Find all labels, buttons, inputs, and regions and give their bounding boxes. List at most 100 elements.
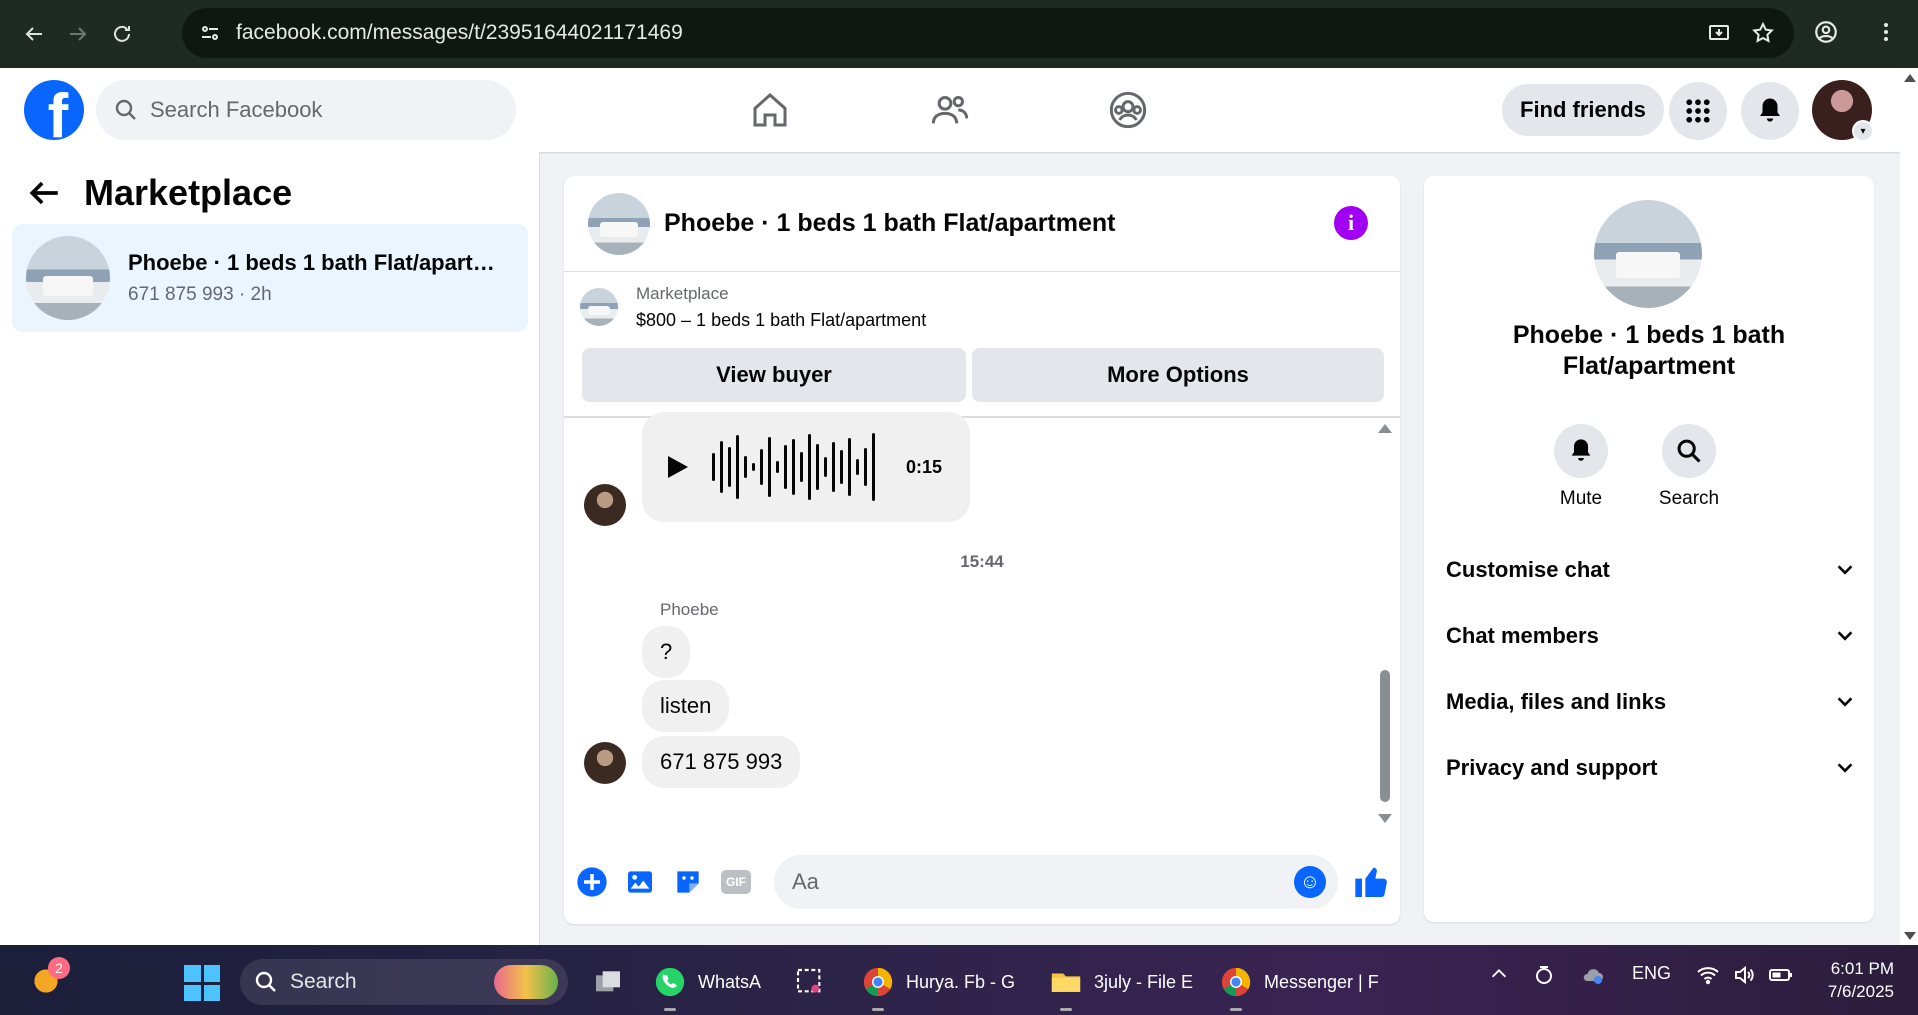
privacy-support-section[interactable]: Privacy and support bbox=[1446, 744, 1856, 792]
sender-name: Phoebe bbox=[660, 600, 719, 619]
section-label: Chat members bbox=[1446, 623, 1599, 648]
marketplace-listing-row[interactable]: Marketplace $800 – 1 beds 1 bath Flat/ap… bbox=[564, 272, 1400, 342]
scroll-up-arrow[interactable] bbox=[1378, 424, 1392, 433]
chevron-down-icon bbox=[1837, 763, 1853, 773]
taskbar-search-label: Search bbox=[290, 970, 357, 993]
voice-message[interactable]: 0:15 bbox=[642, 412, 970, 522]
find-friends-button[interactable]: Find friends bbox=[1502, 84, 1664, 136]
sender-avatar[interactable] bbox=[584, 484, 626, 526]
emoji-icon[interactable]: ☺ bbox=[1294, 866, 1326, 898]
address-bar[interactable]: facebook.com/messages/t/2395164402117146… bbox=[182, 8, 1794, 58]
more-options-button[interactable]: More Options bbox=[972, 348, 1384, 402]
page-scrollbar[interactable] bbox=[1900, 68, 1918, 945]
photo-gallery-icon[interactable] bbox=[622, 864, 658, 900]
chat-avatar[interactable] bbox=[588, 192, 650, 255]
clock-time: 6:01 PM bbox=[1830, 959, 1894, 978]
section-label: Privacy and support bbox=[1446, 755, 1658, 780]
taskbar-app-whatsapp[interactable]: WhatsA bbox=[652, 959, 761, 1011]
voice-duration: 0:15 bbox=[905, 456, 942, 477]
play-icon[interactable] bbox=[668, 456, 688, 478]
bell-icon[interactable] bbox=[1554, 424, 1608, 478]
copilot-icon[interactable] bbox=[1532, 963, 1556, 992]
install-app-icon[interactable] bbox=[1704, 18, 1734, 48]
chat-title[interactable]: Phoebe · 1 beds 1 bath Flat/apartment bbox=[664, 209, 1115, 238]
volume-icon[interactable] bbox=[1732, 963, 1756, 992]
windows-taskbar: 2 Search WhatsA Hurya. Fb - G 3july - Fi… bbox=[0, 945, 1918, 1015]
profile-icon[interactable] bbox=[1804, 10, 1848, 54]
marketplace-label: Marketplace bbox=[636, 283, 729, 303]
message-bubble[interactable]: ? bbox=[642, 626, 691, 678]
notifications-bell-icon[interactable] bbox=[1741, 82, 1799, 140]
sticker-icon[interactable] bbox=[670, 864, 706, 900]
conversation-name: Phoebe · 1 beds 1 bath Flat/apartm... bbox=[128, 250, 508, 275]
back-arrow-icon[interactable] bbox=[12, 12, 56, 56]
groups-icon[interactable] bbox=[1104, 86, 1152, 134]
bookmark-star-icon[interactable] bbox=[1748, 18, 1778, 48]
scroll-thumb[interactable] bbox=[1380, 670, 1390, 802]
chat-scrollbar[interactable] bbox=[1376, 418, 1392, 828]
snipping-tool-icon bbox=[792, 964, 828, 1000]
facebook-header: f Find friends ▾ bbox=[0, 68, 1900, 152]
thumbs-up-icon[interactable] bbox=[1352, 862, 1392, 902]
facebook-search-box[interactable] bbox=[96, 80, 516, 140]
conversation-preview: 671 875 993 · 2h bbox=[128, 284, 272, 305]
view-buyer-button[interactable]: View buyer bbox=[582, 348, 966, 402]
chrome-icon bbox=[1218, 964, 1254, 1000]
sidebar-title: Marketplace bbox=[84, 172, 293, 213]
message-bubble[interactable]: 671 875 993 bbox=[642, 736, 801, 788]
menu-kebab-icon[interactable] bbox=[1864, 10, 1908, 54]
conversation-info-panel: Phoebe · 1 beds 1 bath Flat/apartment Mu… bbox=[1424, 176, 1874, 922]
url-text[interactable]: facebook.com/messages/t/2395164402117146… bbox=[236, 21, 683, 45]
info-icon[interactable]: i bbox=[1334, 206, 1368, 240]
reload-icon[interactable] bbox=[100, 12, 144, 56]
notification-badge: 2 bbox=[48, 957, 70, 979]
sender-avatar[interactable] bbox=[584, 742, 626, 784]
message-input-box[interactable]: ☺ bbox=[774, 855, 1338, 909]
forward-arrow-icon[interactable] bbox=[56, 12, 100, 56]
message-input[interactable] bbox=[792, 869, 1272, 895]
scroll-up-arrow[interactable] bbox=[1904, 74, 1916, 82]
home-icon[interactable] bbox=[746, 86, 794, 134]
friends-icon[interactable] bbox=[926, 86, 974, 134]
windows-start-icon[interactable] bbox=[184, 965, 220, 1001]
chevron-up-icon[interactable] bbox=[1488, 963, 1510, 990]
taskbar-app-chrome-messenger[interactable]: Messenger | F bbox=[1218, 959, 1379, 1011]
customise-chat-section[interactable]: Customise chat bbox=[1446, 546, 1856, 594]
menu-grid-icon[interactable] bbox=[1669, 82, 1727, 140]
conversations-sidebar: Marketplace Phoebe · 1 beds 1 bath Flat/… bbox=[0, 152, 540, 945]
chevron-down-icon[interactable]: ▾ bbox=[1852, 120, 1874, 142]
media-files-links-section[interactable]: Media, files and links bbox=[1446, 678, 1856, 726]
taskbar-app-chrome-hurya[interactable]: Hurya. Fb - G bbox=[860, 959, 1015, 1011]
taskbar-app-snipping-tool[interactable] bbox=[792, 959, 828, 1005]
onedrive-icon[interactable] bbox=[1580, 963, 1606, 992]
scroll-down-arrow[interactable] bbox=[1378, 814, 1392, 823]
language-indicator[interactable]: ENG bbox=[1632, 963, 1671, 984]
task-view-icon[interactable] bbox=[590, 959, 626, 1005]
facebook-logo[interactable]: f bbox=[24, 80, 84, 140]
chat-members-section[interactable]: Chat members bbox=[1446, 612, 1856, 660]
chevron-down-icon bbox=[1837, 565, 1853, 575]
message-bubble[interactable]: listen bbox=[642, 680, 730, 732]
system-clock[interactable]: 6:01 PM 7/6/2025 bbox=[1828, 957, 1894, 1003]
search-in-conversation-button[interactable]: Search bbox=[1644, 424, 1734, 510]
search-highlight-image bbox=[494, 965, 558, 999]
search-input[interactable] bbox=[150, 97, 490, 123]
scroll-down-arrow[interactable] bbox=[1904, 932, 1916, 940]
site-settings-icon[interactable] bbox=[198, 21, 222, 45]
timestamp-separator: 15:44 bbox=[960, 552, 1004, 571]
gif-icon[interactable]: GIF bbox=[718, 864, 754, 900]
search-icon[interactable] bbox=[1662, 424, 1716, 478]
info-title: Phoebe · 1 beds 1 bath Flat/apartment bbox=[1512, 321, 1786, 380]
taskbar-app-file-explorer[interactable]: 3july - File E bbox=[1048, 959, 1193, 1011]
message-composer: GIF ☺ bbox=[564, 840, 1400, 924]
info-avatar[interactable] bbox=[1594, 200, 1702, 308]
message-list: 0:15 15:44 Phoebe ? listen 671 875 993 bbox=[564, 412, 1400, 838]
conversation-item[interactable]: Phoebe · 1 beds 1 bath Flat/apartm... 67… bbox=[12, 224, 528, 332]
wifi-icon[interactable] bbox=[1696, 963, 1720, 992]
back-arrow-icon[interactable] bbox=[28, 176, 62, 210]
taskbar-search[interactable]: Search bbox=[240, 959, 568, 1005]
battery-icon[interactable] bbox=[1768, 963, 1794, 992]
mute-button[interactable]: Mute bbox=[1536, 424, 1626, 510]
add-plus-icon[interactable] bbox=[574, 864, 610, 900]
chat-panel: Phoebe · 1 beds 1 bath Flat/apartment i … bbox=[564, 176, 1400, 924]
